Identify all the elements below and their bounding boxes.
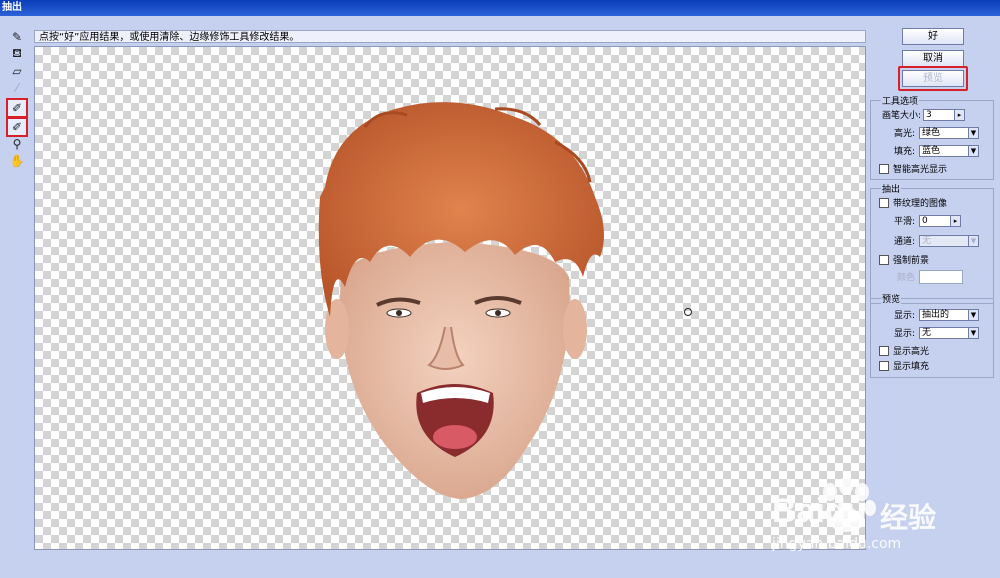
smooth-field[interactable]: 0 ▸ <box>919 214 961 227</box>
edge-highlighter-tool[interactable]: ✎ <box>8 29 26 45</box>
show-value: 抽出的 <box>922 309 950 320</box>
smart-highlight-label: 智能高光显示 <box>893 165 948 175</box>
channel-value: 无 <box>922 235 932 246</box>
edge-touchup-icon: ✐ <box>11 120 23 134</box>
show-highlight-label: 显示高光 <box>893 347 930 357</box>
brush-size-field[interactable]: 3 ▸ <box>923 108 965 121</box>
brush-size-label: 画笔大小: <box>881 111 921 121</box>
hand-icon: ✋ <box>9 154 25 168</box>
force-foreground-label: 强制前景 <box>893 256 930 266</box>
textured-image-checkbox[interactable]: 带纹理的图像 <box>879 196 947 209</box>
fill-label: 填充: <box>893 147 915 157</box>
edge-touchup-tool[interactable]: ✐ <box>6 117 28 137</box>
preview-group: 预览 显示: 抽出的 ▼ 显示: 无 ▼ 显示高光 显示填充 <box>870 292 994 378</box>
ok-button[interactable]: 好 <box>902 28 964 45</box>
eyedropper-icon: ⁄ <box>15 81 18 95</box>
smooth-value: 0 <box>922 215 928 226</box>
eraser-tool[interactable]: ▱ <box>8 63 26 79</box>
cancel-button[interactable]: 取消 <box>902 50 964 67</box>
checkbox-icon <box>879 163 889 174</box>
display-select[interactable]: 无 ▼ <box>919 326 979 339</box>
show-highlight-checkbox[interactable]: 显示高光 <box>879 344 929 357</box>
show-label: 显示: <box>893 311 915 321</box>
chevron-down-icon: ▼ <box>968 309 978 320</box>
watermark-brand: Baidu <box>772 492 867 530</box>
fill-tool[interactable]: ⛾ <box>8 46 26 62</box>
channel-label: 通道: <box>893 237 915 247</box>
brush-cursor <box>684 308 692 316</box>
extraction-group: 抽出 带纹理的图像 平滑: 0 ▸ 通道: 无 ▼ 强制前景 颜色 <box>870 182 994 304</box>
brush-size-value: 3 <box>926 109 932 120</box>
hand-tool[interactable]: ✋ <box>8 153 26 169</box>
eraser-icon: ▱ <box>12 64 22 78</box>
show-fill-checkbox[interactable]: 显示填充 <box>879 359 929 372</box>
textured-image-label: 带纹理的图像 <box>893 199 948 209</box>
checkbox-icon <box>879 254 889 265</box>
color-swatch[interactable] <box>919 269 963 284</box>
preview-canvas[interactable] <box>34 46 866 550</box>
color-label: 颜色 <box>896 273 915 283</box>
extracted-face-image <box>318 102 604 499</box>
watermark-suffix: 经验 <box>880 501 937 534</box>
extraction-title: 抽出 <box>881 182 902 195</box>
window-title: 抽出 <box>0 0 1000 16</box>
zoom-tool[interactable]: ⚲ <box>8 136 26 152</box>
smart-highlight-checkbox[interactable]: 智能高光显示 <box>879 162 947 175</box>
channel-select[interactable]: 无 ▼ <box>919 234 979 247</box>
tool-options-group: 工具选项 画笔大小: 3 ▸ 高光: 绿色 ▼ 填充: 蓝色 ▼ 智能高光显示 <box>870 94 994 180</box>
bucket-icon: ⛾ <box>12 46 22 60</box>
show-select[interactable]: 抽出的 ▼ <box>919 308 979 321</box>
watermark-url: jingyan.baidu.com <box>772 536 902 552</box>
slider-arrow-icon[interactable]: ▸ <box>954 109 964 120</box>
chevron-down-icon: ▼ <box>968 145 978 156</box>
cleanup-icon: ✐ <box>11 101 23 115</box>
fill-select[interactable]: 蓝色 ▼ <box>919 144 979 157</box>
checkbox-icon <box>879 345 889 356</box>
highlight-box <box>898 66 968 91</box>
highlight-label: 高光: <box>893 129 915 139</box>
chevron-down-icon: ▼ <box>968 235 978 246</box>
checkbox-icon <box>879 197 889 208</box>
smooth-label: 平滑: <box>893 217 915 227</box>
display-value: 无 <box>922 327 932 338</box>
baidu-watermark: Baidu 经验 jingyan.baidu.com <box>770 470 990 560</box>
chevron-down-icon: ▼ <box>968 327 978 338</box>
fill-value: 蓝色 <box>922 145 941 156</box>
eyedropper-tool[interactable]: ⁄ <box>8 80 26 96</box>
toolbar: ✎ ⛾ ▱ ⁄ ✐ ✐ ⚲ ✋ <box>6 28 30 170</box>
pen-icon: ✎ <box>11 30 23 44</box>
preview-title: 预览 <box>881 292 902 305</box>
instruction-text: 点按“好”应用结果，或使用清除、边缘修饰工具修改结果。 <box>34 30 866 43</box>
tool-options-title: 工具选项 <box>881 94 920 107</box>
highlight-value: 绿色 <box>922 127 941 138</box>
zoom-icon: ⚲ <box>12 137 22 151</box>
show-fill-label: 显示填充 <box>893 362 930 372</box>
slider-arrow-icon[interactable]: ▸ <box>950 215 960 226</box>
force-foreground-checkbox[interactable]: 强制前景 <box>879 253 929 266</box>
cleanup-tool[interactable]: ✐ <box>6 98 28 118</box>
display-label: 显示: <box>893 329 915 339</box>
highlight-select[interactable]: 绿色 ▼ <box>919 126 979 139</box>
checkbox-icon <box>879 360 889 371</box>
chevron-down-icon: ▼ <box>968 127 978 138</box>
